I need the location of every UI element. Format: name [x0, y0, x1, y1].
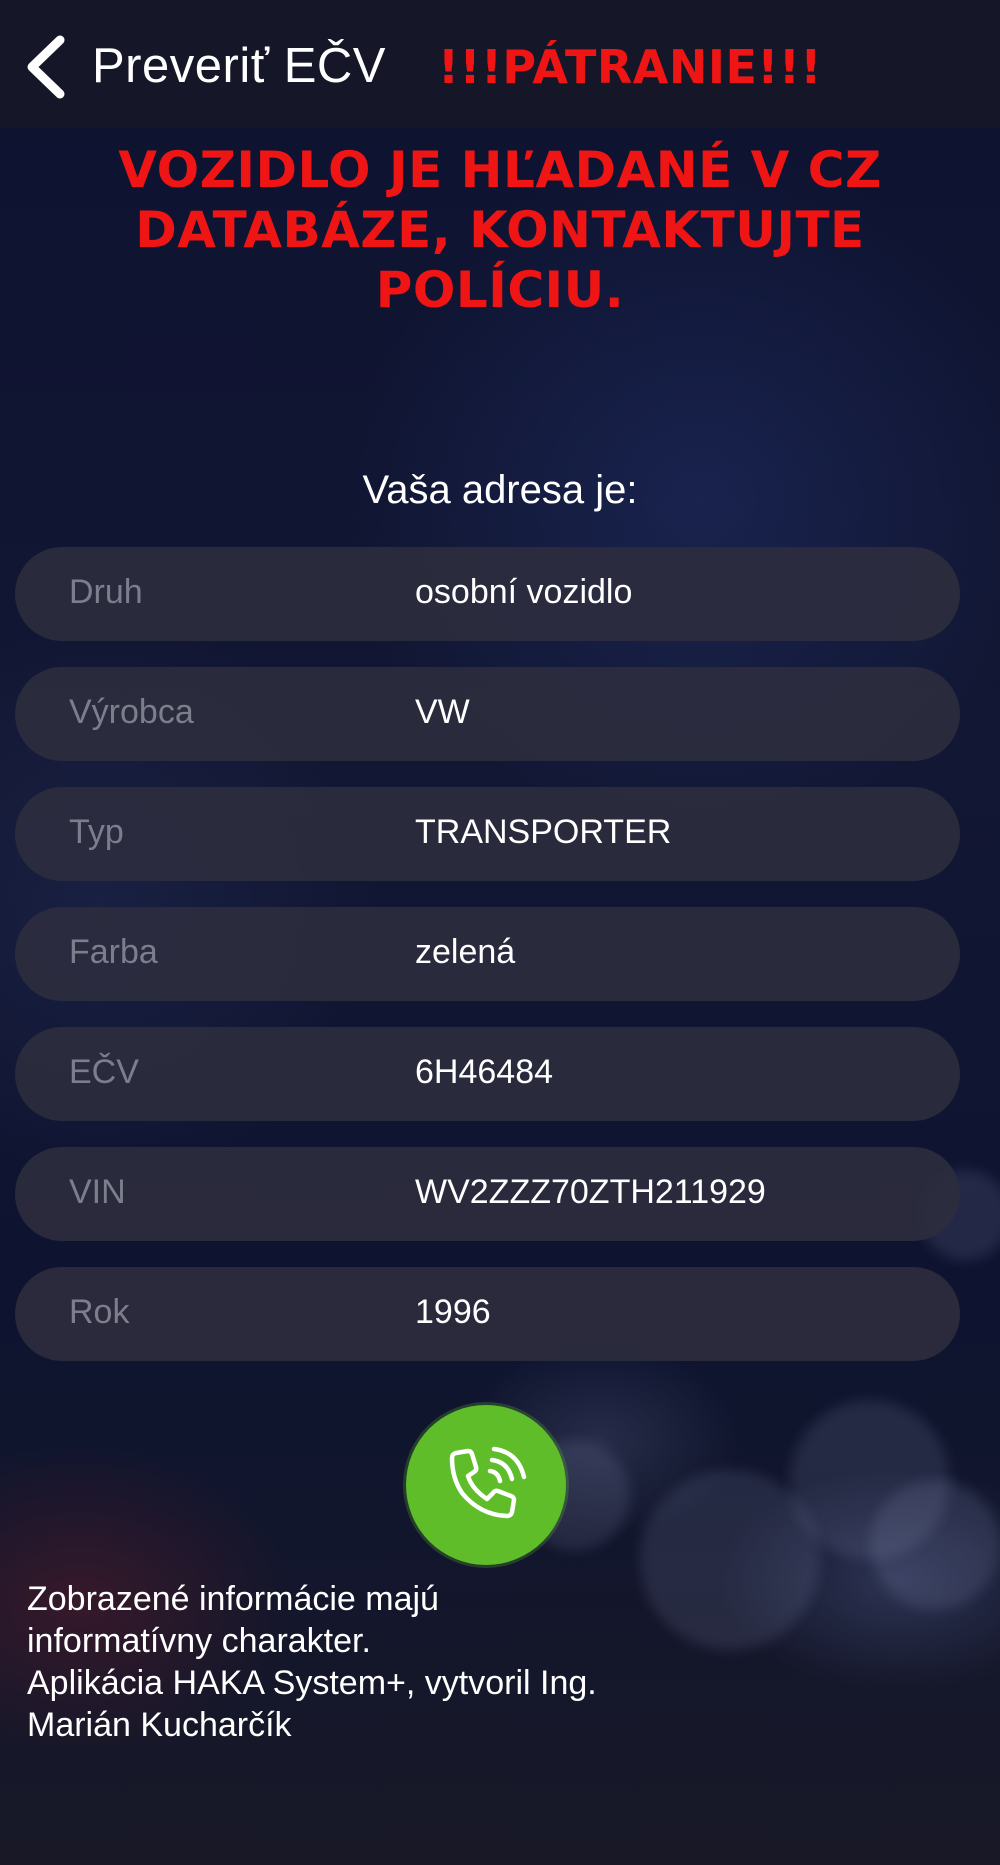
disclaimer-text: Zobrazené informácie majú informatívny c…: [27, 1578, 927, 1746]
detail-label: Výrobca: [69, 693, 194, 731]
warning-line: VOZIDLO JE HĽADANÉ V CZ: [118, 141, 882, 199]
disclaimer-line: Marián Kucharčík: [27, 1706, 292, 1744]
back-button[interactable]: [22, 34, 72, 100]
detail-value: osobní vozidlo: [415, 573, 633, 611]
detail-value: 1996: [415, 1293, 491, 1331]
detail-value: WV2ZZZ70ZTH211929: [415, 1173, 766, 1211]
navigation-bar: Preveriť EČV !!!PÁTRANIE!!!: [0, 0, 1000, 128]
detail-value: 6H46484: [415, 1053, 554, 1091]
disclaimer-line: Aplikácia HAKA System+, vytvoril Ing.: [27, 1664, 597, 1702]
detail-value: TRANSPORTER: [415, 813, 672, 851]
detail-row-vyrobca: Výrobca VW: [15, 667, 960, 761]
detail-label: Farba: [69, 933, 158, 971]
detail-row-farba: Farba zelená: [15, 907, 960, 1001]
detail-value: VW: [415, 693, 470, 731]
detail-row-typ: Typ TRANSPORTER: [15, 787, 960, 881]
page-title: Preveriť EČV: [92, 39, 386, 93]
wanted-warning: VOZIDLO JE HĽADANÉ V CZ DATABÁZE, KONTAK…: [60, 140, 940, 320]
detail-row-vin: VIN WV2ZZZ70ZTH211929: [15, 1147, 960, 1241]
chevron-left-icon: [27, 35, 65, 99]
detail-label: Rok: [69, 1293, 130, 1331]
search-alert-tag: !!!PÁTRANIE!!!: [438, 40, 822, 94]
detail-label: Druh: [69, 573, 143, 611]
detail-value: zelená: [415, 933, 516, 971]
warning-line: DATABÁZE, KONTAKTUJTE: [135, 201, 865, 259]
detail-row-druh: Druh osobní vozidlo: [15, 547, 960, 641]
detail-row-rok: Rok 1996: [15, 1267, 960, 1361]
section-subtitle: Vaša adresa je:: [362, 468, 638, 512]
detail-label: VIN: [69, 1173, 126, 1211]
detail-label: Typ: [69, 813, 124, 851]
disclaimer-line: informatívny charakter.: [27, 1622, 371, 1660]
disclaimer-line: Zobrazené informácie majú: [27, 1580, 439, 1618]
phone-call-icon: [449, 1446, 527, 1519]
detail-label: EČV: [69, 1053, 139, 1091]
vehicle-details-list: Druh osobní vozidlo Výrobca VW Typ TRANS…: [15, 547, 960, 1387]
warning-line: POLÍCIU.: [375, 261, 625, 319]
call-police-button[interactable]: [406, 1405, 566, 1565]
detail-row-ecv: EČV 6H46484: [15, 1027, 960, 1121]
